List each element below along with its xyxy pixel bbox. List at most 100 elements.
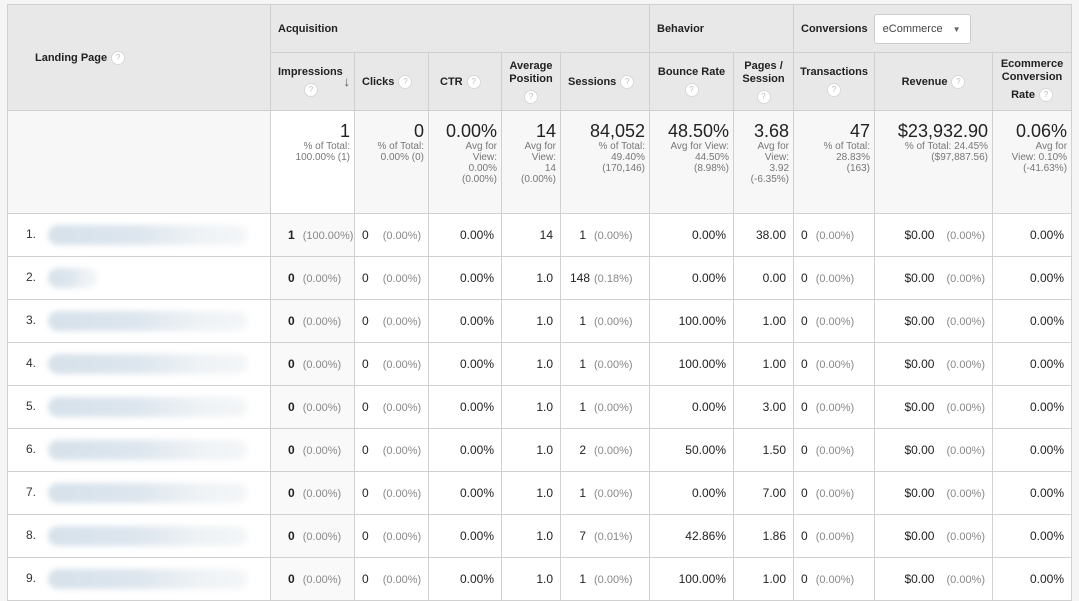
row-rank: 4. bbox=[25, 356, 36, 371]
redacted-landing-page-link[interactable] bbox=[48, 569, 248, 589]
landing-page-cell[interactable]: 6. bbox=[7, 428, 271, 472]
value-text: (-6.35%) bbox=[750, 174, 790, 185]
landing-page-cell[interactable]: 2. bbox=[7, 256, 271, 300]
table-row: 3. 0 (0.00%) 0 (0.00%) 0.00% 1.0 1 (0.00%) … bbox=[7, 299, 1073, 343]
landing-page-cell[interactable]: 3. bbox=[7, 299, 271, 343]
impressions-pct-value: (0.00%) bbox=[302, 488, 342, 500]
value-text: 3.92 bbox=[769, 163, 790, 174]
value-text: Avg for View: bbox=[670, 141, 729, 152]
redacted-landing-page-link[interactable] bbox=[48, 397, 248, 417]
redacted-landing-page-link[interactable] bbox=[48, 311, 248, 331]
sessions-cell: 1 (0.00%) bbox=[560, 213, 650, 257]
ecommerce-conversion-rate-header[interactable]: Ecommerce Conversion Rate? bbox=[992, 52, 1073, 111]
value-text: 47 bbox=[849, 121, 871, 141]
impressions-pct-value: (0.00%) bbox=[302, 445, 342, 457]
revenue-header[interactable]: Revenue? bbox=[874, 52, 994, 111]
help-icon[interactable]: ? bbox=[620, 74, 635, 89]
landing-page-header[interactable]: Landing Page? bbox=[7, 4, 271, 111]
revenue-pct-value: (0.00%) bbox=[946, 531, 986, 543]
bounce-rate-header[interactable]: Bounce Rate ? bbox=[649, 52, 734, 111]
landing-page-cell[interactable]: 9. bbox=[7, 557, 271, 601]
value-text: 14 bbox=[535, 121, 556, 141]
help-icon[interactable]: ? bbox=[466, 74, 481, 89]
value-text: Avg for bbox=[524, 141, 557, 152]
help-icon[interactable]: ? bbox=[111, 50, 126, 65]
avg-position-cell: 14 bbox=[501, 213, 561, 257]
landing-page-cell[interactable]: 4. bbox=[7, 342, 271, 386]
total-transactions: 47% of Total: 28.83% (163) bbox=[793, 110, 876, 214]
pages-session-header[interactable]: Pages / Session ? bbox=[732, 52, 795, 111]
transactions-cell: 0 (0.00%) bbox=[793, 299, 876, 343]
clicks-pct-value: (0.00%) bbox=[382, 574, 422, 586]
landing-page-cell[interactable]: 7. bbox=[7, 471, 271, 515]
transactions-pct-value: (0.00%) bbox=[815, 445, 855, 457]
impressions-header[interactable]: Impressions ↓ ? bbox=[270, 52, 355, 111]
sessions-label: Sessions bbox=[568, 75, 617, 88]
redacted-landing-page-link[interactable] bbox=[48, 440, 248, 460]
ctr-cell: 0.00% bbox=[428, 213, 502, 257]
revenue-pct-value: (0.00%) bbox=[946, 488, 986, 500]
acquisition-group-header: Acquisition bbox=[270, 4, 650, 53]
help-icon[interactable]: ? bbox=[398, 74, 413, 89]
help-icon[interactable]: ? bbox=[524, 89, 538, 104]
bounce-rate-cell: 0.00% bbox=[649, 471, 734, 515]
impressions-pct-value: (0.00%) bbox=[302, 359, 342, 371]
conversions-dropdown[interactable]: eCommerce ▼ bbox=[873, 13, 972, 44]
sessions-header[interactable]: Sessions? bbox=[560, 52, 650, 111]
value-text: 0.06% bbox=[1015, 121, 1068, 141]
pages-session-cell: 1.86 bbox=[732, 514, 795, 558]
revenue-cell: $0.00 (0.00%) bbox=[874, 514, 994, 558]
transactions-cell: 0 (0.00%) bbox=[793, 471, 876, 515]
impressions-label: Impressions bbox=[278, 66, 343, 78]
impressions-value: 0 bbox=[288, 486, 295, 500]
total-impressions: 1% of Total: 100.00% (1) bbox=[270, 110, 355, 214]
pages-session-cell: 7.00 bbox=[732, 471, 795, 515]
ecom-rate-cell: 0.00% bbox=[992, 471, 1073, 515]
ctr-header[interactable]: CTR? bbox=[428, 52, 502, 111]
pages-session-cell: 1.00 bbox=[732, 557, 795, 601]
redacted-landing-page-link[interactable] bbox=[48, 225, 248, 245]
redacted-landing-page-link[interactable] bbox=[48, 483, 248, 503]
sessions-pct-value: (0.00%) bbox=[594, 316, 633, 328]
sort-descending-icon[interactable]: ↓ bbox=[344, 75, 351, 88]
help-icon[interactable]: ? bbox=[756, 89, 771, 104]
value-text: View: 0.10% bbox=[1011, 152, 1068, 163]
help-icon[interactable]: ? bbox=[1038, 87, 1053, 102]
value-text: % of Total: 24.45% bbox=[904, 141, 989, 152]
pages-session-cell: 3.00 bbox=[732, 385, 795, 429]
help-icon[interactable]: ? bbox=[827, 83, 842, 97]
avg-position-cell: 1.0 bbox=[501, 385, 561, 429]
clicks-value: 0 bbox=[362, 486, 369, 500]
help-icon[interactable]: ? bbox=[684, 83, 699, 97]
landing-page-cell[interactable]: 5. bbox=[7, 385, 271, 429]
impressions-value: 1 bbox=[288, 228, 295, 242]
ctr-label: CTR bbox=[440, 75, 463, 88]
redacted-landing-page-link[interactable] bbox=[48, 526, 248, 546]
clicks-pct-value: (0.00%) bbox=[382, 402, 422, 414]
avg-position-header[interactable]: Average Position ? bbox=[501, 52, 561, 111]
redacted-landing-page-link[interactable] bbox=[48, 268, 98, 288]
value-text: (8.98%) bbox=[693, 163, 729, 174]
avg-position-cell: 1.0 bbox=[501, 557, 561, 601]
landing-page-cell[interactable]: 8. bbox=[7, 514, 271, 558]
revenue-cell: $0.00 (0.00%) bbox=[874, 256, 994, 300]
impressions-value: 0 bbox=[288, 443, 295, 457]
sessions-value: 2 bbox=[579, 443, 586, 457]
pages-session-label: Pages / Session bbox=[742, 59, 785, 85]
help-icon[interactable]: ? bbox=[304, 83, 318, 97]
value-text: 0.00% (0) bbox=[380, 152, 424, 163]
row-rank: 3. bbox=[25, 313, 36, 328]
impressions-pct-value: (0.00%) bbox=[302, 273, 342, 285]
landing-page-cell[interactable]: 1. bbox=[7, 213, 271, 257]
revenue-value: $0.00 bbox=[904, 572, 935, 586]
transactions-header[interactable]: Transactions ? bbox=[793, 52, 876, 111]
help-icon[interactable]: ? bbox=[951, 74, 966, 89]
group-header-row: Landing Page? Acquisition Behavior Conve… bbox=[7, 4, 1073, 111]
value-text: (163) bbox=[846, 163, 871, 174]
sessions-pct-value: (0.00%) bbox=[594, 574, 633, 586]
redacted-landing-page-link[interactable] bbox=[48, 354, 248, 374]
clicks-header[interactable]: Clicks? bbox=[354, 52, 429, 111]
impressions-pct-value: (0.00%) bbox=[302, 574, 342, 586]
impressions-cell: 0 (0.00%) bbox=[270, 514, 355, 558]
clicks-value: 0 bbox=[362, 228, 369, 242]
